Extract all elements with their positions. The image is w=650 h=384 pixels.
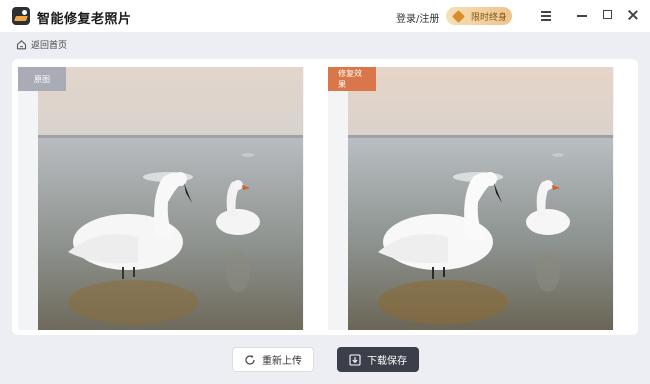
download-icon — [349, 353, 361, 366]
download-label: 下载保存 — [367, 356, 407, 367]
app-title: 智能修复老照片 — [37, 12, 132, 27]
diamond-icon — [452, 9, 465, 23]
repaired-photo — [348, 67, 613, 330]
refresh-icon — [244, 354, 256, 366]
original-photo — [38, 67, 303, 330]
download-save-button[interactable]: 下载保存 — [337, 347, 419, 372]
title-bar: 智能修复老照片 登录/注册 限时终身 — [0, 0, 650, 32]
back-home-link[interactable]: 返回首页 — [16, 38, 67, 51]
vip-label: 限时终身 — [471, 12, 508, 23]
compare-panel: 原图 修复效果 — [12, 59, 638, 335]
home-icon — [16, 39, 27, 50]
maximize-icon[interactable] — [601, 8, 615, 22]
vip-lifetime-button[interactable]: 限时终身 — [446, 7, 512, 25]
original-tag: 原图 — [18, 67, 66, 91]
back-home-label: 返回首页 — [31, 41, 68, 51]
login-register-link[interactable]: 登录/注册 — [396, 10, 439, 25]
hamburger-menu-icon[interactable] — [539, 8, 553, 22]
photo-logo-icon — [12, 7, 30, 25]
close-icon[interactable] — [626, 8, 640, 22]
repaired-image-panel: 修复效果 — [328, 67, 614, 330]
reupload-button[interactable]: 重新上传 — [232, 347, 314, 372]
reupload-label: 重新上传 — [262, 356, 302, 367]
original-image-panel: 原图 — [18, 67, 304, 330]
minimize-icon[interactable] — [575, 8, 589, 22]
repaired-tag: 修复效果 — [328, 67, 376, 91]
